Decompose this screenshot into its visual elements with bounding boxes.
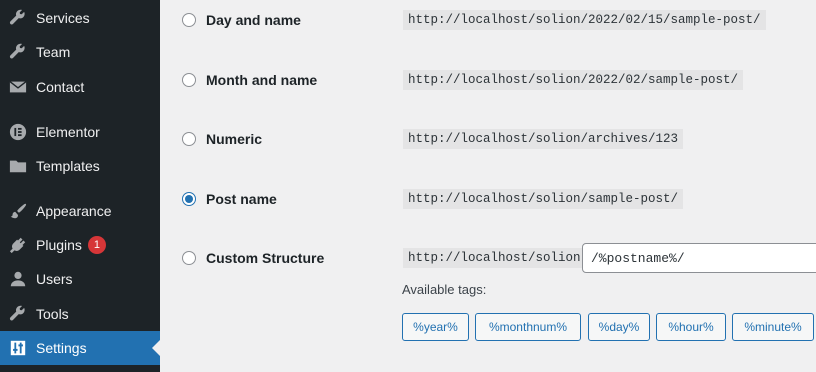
elementor-icon	[8, 122, 28, 142]
admin-sidebar: Services Team Contact Elementor Template…	[0, 0, 160, 372]
custom-structure-input[interactable]	[582, 243, 816, 273]
wrench-icon	[8, 42, 28, 62]
sidebar-item-templates[interactable]: Templates	[0, 149, 160, 183]
radio-button[interactable]	[182, 251, 196, 265]
sidebar-item-elementor[interactable]: Elementor	[0, 115, 160, 149]
permalink-settings-panel: Day and name http://localhost/solion/202…	[160, 0, 816, 372]
sidebar-item-label: Settings	[36, 340, 87, 356]
wrench-icon	[8, 8, 28, 28]
radio-post-name[interactable]: Post name	[182, 191, 277, 207]
radio-label: Day and name	[206, 12, 301, 28]
sidebar-item-label: Plugins	[36, 237, 82, 253]
permalink-base-url: http://localhost/solion	[403, 248, 586, 268]
permalink-example: http://localhost/solion/sample-post/	[403, 189, 684, 209]
sidebar-item-team[interactable]: Team	[0, 35, 160, 69]
radio-button-checked[interactable]	[182, 192, 196, 206]
sidebar-item-label: Services	[36, 10, 90, 26]
radio-label: Month and name	[206, 72, 318, 88]
tag-button-year[interactable]: %year%	[402, 313, 469, 341]
radio-button[interactable]	[182, 132, 196, 146]
radio-day-and-name[interactable]: Day and name	[182, 12, 301, 28]
sidebar-item-label: Templates	[36, 158, 100, 174]
permalink-example: http://localhost/solion/2022/02/sample-p…	[403, 70, 744, 90]
user-icon	[8, 269, 28, 289]
plug-icon	[8, 235, 28, 255]
sidebar-item-label: Team	[36, 44, 71, 60]
sidebar-item-plugins[interactable]: Plugins 1	[0, 228, 160, 262]
plugins-update-badge: 1	[87, 236, 106, 254]
permalink-example: http://localhost/solion/2022/02/15/sampl…	[403, 10, 766, 30]
tag-button-hour[interactable]: %hour%	[656, 313, 726, 341]
wrench-icon	[8, 304, 28, 324]
sidebar-item-services[interactable]: Services	[0, 1, 160, 35]
sidebar-item-settings[interactable]: Settings	[0, 331, 160, 365]
paintbrush-icon	[8, 201, 28, 221]
radio-numeric[interactable]: Numeric	[182, 131, 262, 147]
radio-label: Numeric	[206, 131, 263, 147]
envelope-icon	[8, 77, 28, 97]
tag-button-monthnum[interactable]: %monthnum%	[475, 313, 581, 341]
sidebar-item-label: Users	[36, 271, 73, 287]
sidebar-item-tools[interactable]: Tools	[0, 297, 160, 331]
sidebar-item-appearance[interactable]: Appearance	[0, 194, 160, 228]
tag-button-minute[interactable]: %minute%	[732, 313, 814, 341]
radio-month-and-name[interactable]: Month and name	[182, 72, 317, 88]
sidebar-item-label: Appearance	[36, 203, 112, 219]
radio-button[interactable]	[182, 13, 196, 27]
radio-label: Custom Structure	[206, 250, 325, 266]
folder-icon	[8, 156, 28, 176]
radio-custom-structure[interactable]: Custom Structure	[182, 250, 324, 266]
settings-sliders-icon	[8, 338, 28, 358]
available-tags-label: Available tags:	[402, 282, 487, 297]
sidebar-item-label: Elementor	[36, 124, 100, 140]
radio-label: Post name	[206, 191, 277, 207]
permalink-example: http://localhost/solion/archives/123	[403, 129, 684, 149]
sidebar-item-label: Contact	[36, 79, 85, 95]
tag-button-day[interactable]: %day%	[588, 313, 650, 341]
sidebar-item-users[interactable]: Users	[0, 262, 160, 296]
radio-button[interactable]	[182, 73, 196, 87]
sidebar-item-label: Tools	[36, 306, 69, 322]
sidebar-item-contact[interactable]: Contact	[0, 70, 160, 104]
